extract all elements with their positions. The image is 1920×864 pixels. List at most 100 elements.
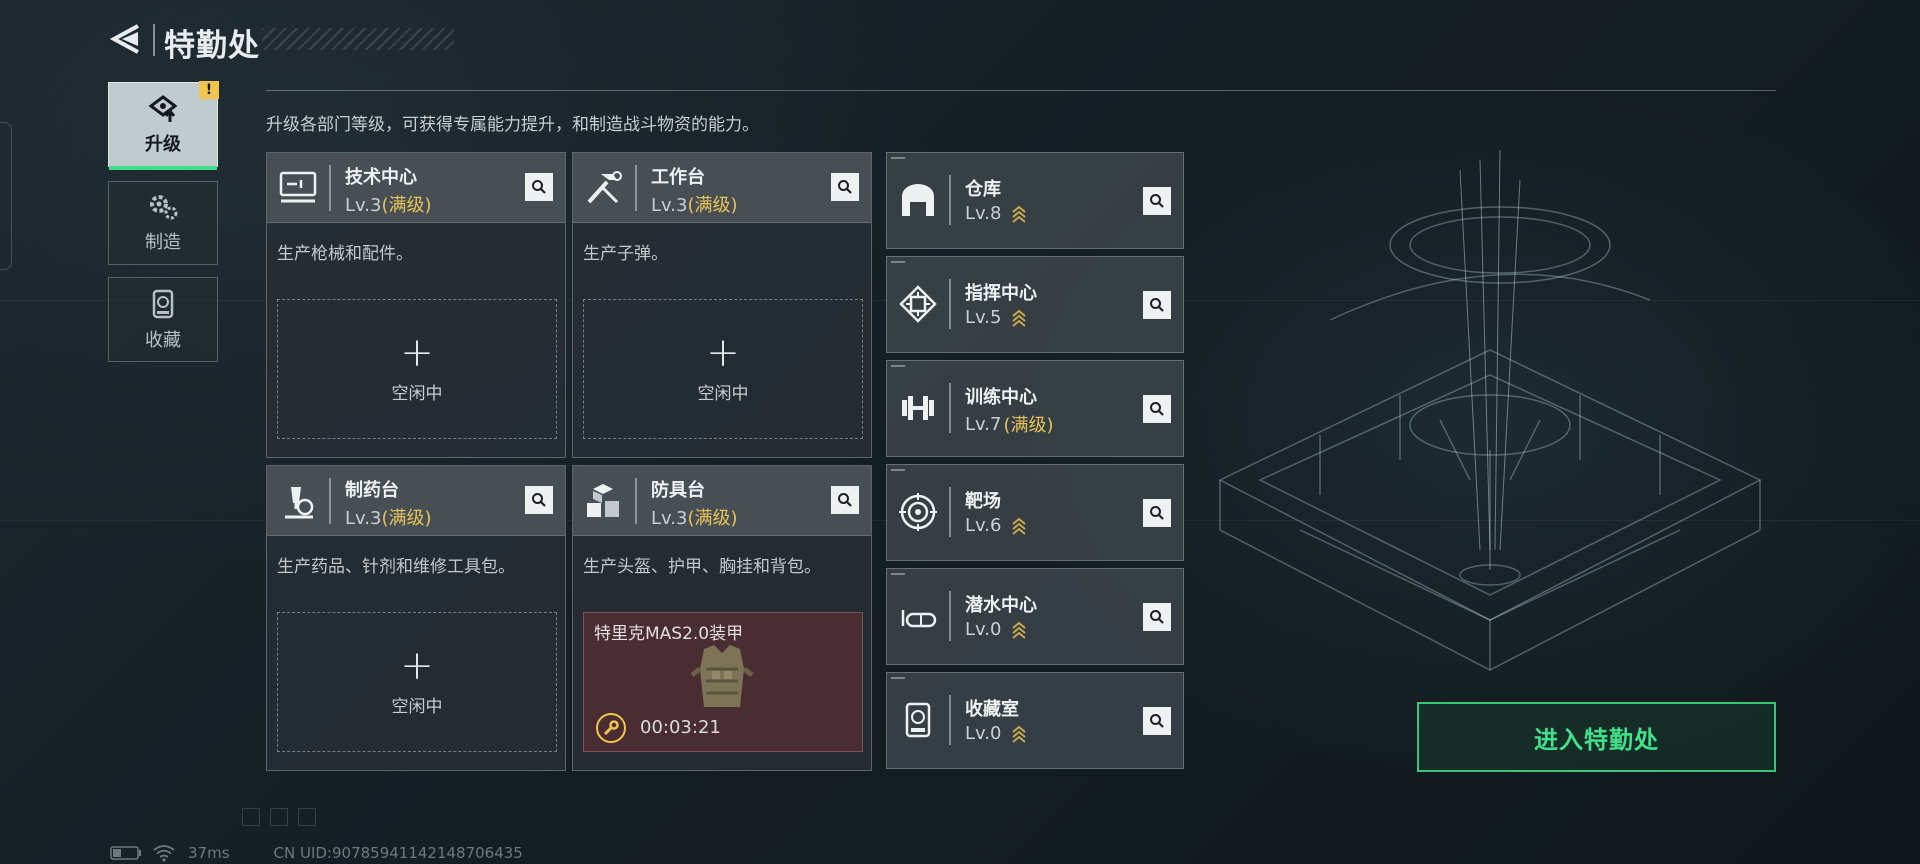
magnifier-icon	[1150, 610, 1164, 624]
base-hologram-image	[1218, 150, 1762, 671]
tools-icon	[581, 165, 627, 211]
card-divider	[329, 165, 331, 211]
magnifier-icon	[1150, 194, 1164, 208]
magnifier-icon	[838, 493, 852, 507]
side-drawer-handle[interactable]	[0, 122, 12, 270]
inspect-button[interactable]	[1143, 187, 1171, 215]
inspect-button[interactable]	[1143, 499, 1171, 527]
inspect-button[interactable]	[831, 173, 859, 201]
card-header: 防具台 Lv.3(满级)	[573, 466, 871, 536]
card-level: Lv.3(满级)	[651, 508, 738, 529]
status-bar: 37ms CN UID:9078594114214870643​5	[110, 844, 523, 862]
production-slot[interactable]: + 空闲中	[583, 299, 863, 439]
row-level: Lv.7 (满级)	[965, 411, 1054, 437]
row-warehouse[interactable]: 仓库 Lv.8	[886, 152, 1184, 249]
magnifier-icon	[532, 493, 546, 507]
boxes-icon	[581, 478, 627, 524]
page-description: 升级各部门等级，可获得专属能力提升，和制造战斗物资的能力。	[266, 115, 759, 135]
production-slot[interactable]: + 空闲中	[277, 299, 557, 439]
magnifier-icon	[1150, 506, 1164, 520]
row-level: Lv.0	[965, 619, 1027, 640]
wrench-icon	[596, 713, 626, 743]
enter-button-label: 进入特勤处	[1534, 725, 1659, 754]
card-name: 防具台	[651, 480, 705, 501]
inspect-button[interactable]	[525, 486, 553, 514]
row-name: 收藏室	[965, 699, 1019, 720]
top-divider	[266, 90, 1776, 91]
maxed-tag: (满级)	[1003, 415, 1054, 436]
maxed-tag: (满级)	[381, 195, 432, 216]
inspect-button[interactable]	[1143, 291, 1171, 319]
magnifier-icon	[1150, 402, 1164, 416]
tab-collect[interactable]: 收藏	[108, 277, 218, 362]
upgrade-chevron-icon	[1012, 725, 1027, 743]
back-button[interactable]	[108, 22, 144, 56]
upgrade-chevron-icon	[1012, 205, 1027, 223]
row-shooting-range[interactable]: 靶场 Lv.6	[886, 464, 1184, 561]
collection-icon	[146, 288, 180, 320]
slot-status: 空闲中	[697, 383, 749, 404]
slot-status: 空闲中	[391, 696, 443, 717]
card-name: 工作台	[651, 167, 705, 188]
inspect-button[interactable]	[1143, 707, 1171, 735]
row-divider	[949, 175, 951, 225]
microscope-icon	[275, 478, 321, 524]
card-header: 技术中心 Lv.3(满级)	[267, 153, 565, 223]
card-armor-bench[interactable]: 防具台 Lv.3(满级) 生产头盔、护甲、胸挂和背包。 特里克MAS2.0装甲 …	[572, 465, 872, 771]
tab-make[interactable]: 制造	[108, 181, 218, 265]
active-tab-indicator	[109, 166, 217, 170]
row-name: 训练中心	[965, 387, 1037, 408]
wifi-icon	[153, 845, 175, 862]
upgrade-icon	[146, 94, 180, 124]
row-command-center[interactable]: 指挥中心 Lv.5	[886, 256, 1184, 353]
card-level: Lv.3(满级)	[345, 195, 432, 216]
alert-badge: !	[199, 81, 219, 99]
card-header: 制药台 Lv.3(满级)	[267, 466, 565, 536]
card-name: 技术中心	[345, 167, 417, 188]
plus-icon: +	[706, 329, 740, 376]
card-divider	[635, 165, 637, 211]
row-divider	[949, 487, 951, 537]
card-pharmacy[interactable]: 制药台 Lv.3(满级) 生产药品、针剂和维修工具包。 + 空闲中	[266, 465, 566, 771]
tab-upgrade[interactable]: ! 升级	[108, 81, 219, 170]
card-workbench[interactable]: 工作台 Lv.3(满级) 生产子弹。 + 空闲中	[572, 152, 872, 458]
row-dive-center[interactable]: 潜水中心 Lv.0	[886, 568, 1184, 665]
warehouse-icon	[895, 177, 941, 223]
enter-special-ops-button[interactable]: 进入特勤处	[1417, 702, 1776, 772]
row-collection-room[interactable]: 收藏室 Lv.0	[886, 672, 1184, 769]
card-tech-center[interactable]: 技术中心 Lv.3(满级) 生产枪械和配件。 + 空闲中	[266, 152, 566, 458]
title-decoration	[262, 28, 454, 50]
row-name: 仓库	[965, 179, 1001, 200]
user-id: CN UID:9078594114214870643​5	[273, 844, 523, 862]
collection-room-icon	[895, 697, 941, 743]
production-slot[interactable]: + 空闲中	[277, 612, 557, 752]
card-divider	[635, 478, 637, 524]
inspect-button[interactable]	[1143, 395, 1171, 423]
inspect-button[interactable]	[525, 173, 553, 201]
monitor-icon	[275, 165, 321, 211]
magnifier-icon	[1150, 298, 1164, 312]
inspect-button[interactable]	[831, 486, 859, 514]
card-level: Lv.3(满级)	[651, 195, 738, 216]
card-level: Lv.3(满级)	[345, 508, 432, 529]
magnifier-icon	[1150, 714, 1164, 728]
row-divider	[949, 695, 951, 745]
back-arrow-icon	[109, 24, 139, 54]
target-icon	[895, 489, 941, 535]
inspect-button[interactable]	[1143, 603, 1171, 631]
gears-icon	[146, 192, 180, 222]
row-divider	[949, 383, 951, 433]
dive-mask-icon	[895, 593, 941, 639]
row-level: Lv.5	[965, 307, 1027, 328]
magnifier-icon	[532, 180, 546, 194]
plus-icon: +	[400, 329, 434, 376]
card-description: 生产枪械和配件。	[277, 244, 413, 264]
command-icon	[895, 281, 941, 327]
battery-icon	[110, 846, 141, 860]
ping-value: 37ms	[188, 844, 230, 862]
row-training-center[interactable]: 训练中心 Lv.7 (满级)	[886, 360, 1184, 457]
page-title: 特勤处	[164, 28, 260, 64]
crafting-slot[interactable]: 特里克MAS2.0装甲 00:03:21	[583, 612, 863, 752]
upgrade-chevron-icon	[1012, 309, 1027, 327]
armor-vest-image	[690, 645, 754, 707]
